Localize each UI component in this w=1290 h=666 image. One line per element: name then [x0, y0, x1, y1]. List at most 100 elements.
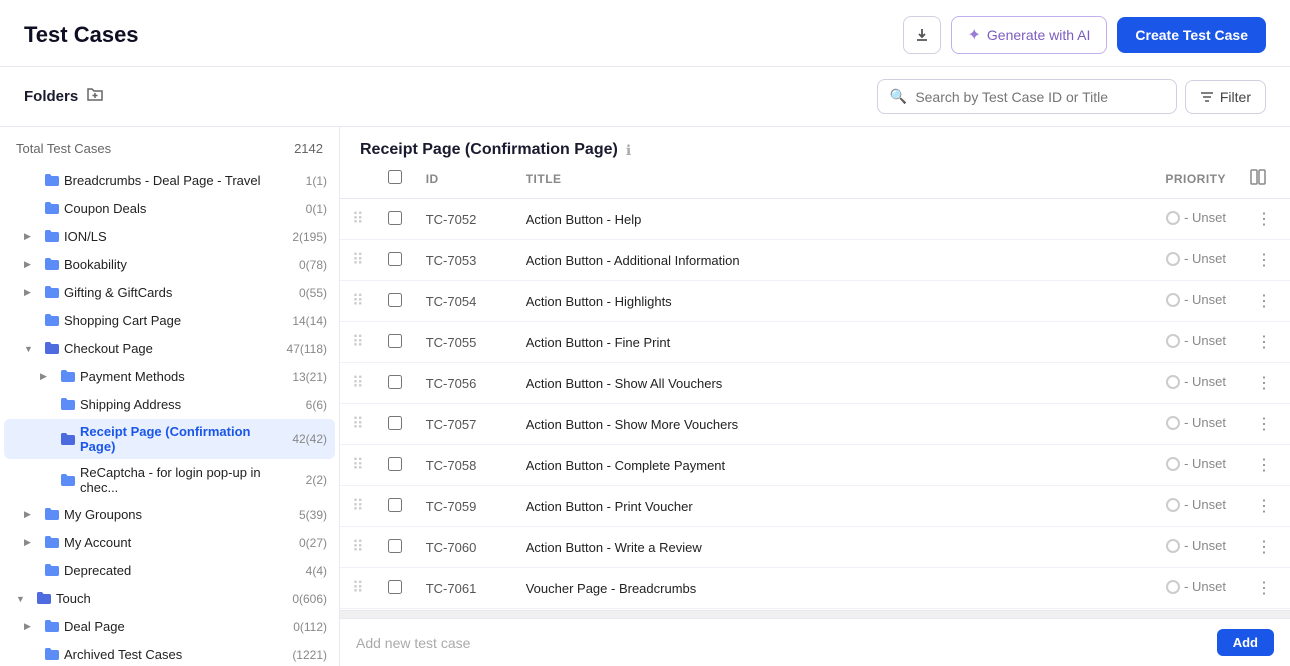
select-all-checkbox[interactable]: [388, 170, 402, 184]
sidebar-item-recaptcha[interactable]: ReCaptcha - for login pop-up in chec...2…: [4, 460, 335, 500]
sidebar-item-checkout[interactable]: ▼ Checkout Page47(118): [4, 335, 335, 362]
drag-handle[interactable]: ⠿: [340, 322, 376, 363]
sidebar-item-receipt-page[interactable]: Receipt Page (Confirmation Page)42(42): [4, 419, 335, 459]
sidebar-item-bookability[interactable]: ▶ Bookability0(78): [4, 251, 335, 278]
sidebar-item-count-checkout: 47(118): [287, 342, 327, 356]
search-input[interactable]: [915, 89, 1164, 105]
priority-badge: - Unset: [1166, 415, 1226, 430]
tree-arrow-bookability: ▶: [24, 259, 40, 270]
sidebar-item-label-touch: Touch: [56, 591, 288, 606]
priority-dot: [1166, 580, 1180, 594]
download-button[interactable]: [903, 16, 941, 54]
table-row: ⠿ TC-7058 Action Button - Complete Payme…: [340, 445, 1290, 486]
horizontal-scrollbar[interactable]: [340, 610, 1290, 618]
row-checkbox[interactable]: [388, 498, 402, 512]
tree-arrow-gifting: ▶: [24, 287, 40, 298]
row-checkbox[interactable]: [388, 416, 402, 430]
priority-text: - Unset: [1184, 374, 1226, 389]
drag-handle[interactable]: ⠿: [340, 404, 376, 445]
row-more-button[interactable]: ⋮: [1250, 537, 1278, 558]
row-checkbox-cell: [376, 527, 414, 568]
drag-handle[interactable]: ⠿: [340, 486, 376, 527]
drag-handle[interactable]: ⠿: [340, 527, 376, 568]
row-menu-cell: ⋮: [1238, 240, 1290, 281]
add-button[interactable]: Add: [1217, 629, 1274, 656]
row-menu-cell: ⋮: [1238, 363, 1290, 404]
row-menu-cell: ⋮: [1238, 568, 1290, 609]
row-checkbox[interactable]: [388, 539, 402, 553]
row-more-button[interactable]: ⋮: [1250, 496, 1278, 517]
columns-icon[interactable]: [1250, 169, 1266, 185]
sidebar-item-archived[interactable]: Archived Test Cases(1221): [4, 641, 335, 666]
row-more-button[interactable]: ⋮: [1250, 373, 1278, 394]
row-checkbox[interactable]: [388, 211, 402, 225]
row-checkbox[interactable]: [388, 375, 402, 389]
sidebar-item-gifting[interactable]: ▶ Gifting & GiftCards0(55): [4, 279, 335, 306]
row-more-button[interactable]: ⋮: [1250, 209, 1278, 230]
search-box: 🔍: [877, 79, 1177, 114]
drag-handle[interactable]: ⠿: [340, 240, 376, 281]
folder-icon-my-account: [44, 534, 60, 551]
sidebar-item-label-ion-ls: ION/LS: [64, 229, 288, 244]
folder-icon-recaptcha: [60, 472, 76, 489]
filter-button[interactable]: Filter: [1185, 80, 1266, 114]
drag-handle[interactable]: ⠿: [340, 199, 376, 240]
create-test-case-button[interactable]: Create Test Case: [1117, 17, 1266, 53]
sidebar-item-count-my-account: 0(27): [299, 536, 327, 550]
row-menu-cell: ⋮: [1238, 199, 1290, 240]
row-checkbox[interactable]: [388, 580, 402, 594]
row-priority: - Unset: [1078, 363, 1238, 404]
row-more-button[interactable]: ⋮: [1250, 250, 1278, 271]
sidebar-item-ion-ls[interactable]: ▶ ION/LS2(195): [4, 223, 335, 250]
row-more-button[interactable]: ⋮: [1250, 332, 1278, 353]
drag-handle[interactable]: ⠿: [340, 445, 376, 486]
priority-badge: - Unset: [1166, 333, 1226, 348]
sidebar-item-count-archived: (1221): [292, 648, 327, 662]
sidebar-item-label-my-account: My Account: [64, 535, 295, 550]
priority-dot: [1166, 211, 1180, 225]
sidebar-item-shipping-address[interactable]: Shipping Address6(6): [4, 391, 335, 418]
sidebar-item-label-bookability: Bookability: [64, 257, 295, 272]
row-more-button[interactable]: ⋮: [1250, 291, 1278, 312]
sidebar-item-label-recaptcha: ReCaptcha - for login pop-up in chec...: [80, 465, 302, 495]
content-area: Receipt Page (Confirmation Page) ℹ ID TI…: [340, 127, 1290, 666]
row-id: TC-7052: [414, 199, 514, 240]
col-id-header: ID: [414, 159, 514, 199]
priority-text: - Unset: [1184, 251, 1226, 266]
row-menu-cell: ⋮: [1238, 445, 1290, 486]
priority-badge: - Unset: [1166, 374, 1226, 389]
main-layout: Total Test Cases 2142 Breadcrumbs - Deal…: [0, 127, 1290, 666]
row-checkbox[interactable]: [388, 252, 402, 266]
sidebar-item-coupon-deals[interactable]: Coupon Deals0(1): [4, 195, 335, 222]
sidebar-item-shopping-cart[interactable]: Shopping Cart Page14(14): [4, 307, 335, 334]
row-more-button[interactable]: ⋮: [1250, 578, 1278, 599]
sidebar-item-my-groupons[interactable]: ▶ My Groupons5(39): [4, 501, 335, 528]
sidebar-item-label-deprecated: Deprecated: [64, 563, 302, 578]
row-checkbox[interactable]: [388, 293, 402, 307]
drag-handle[interactable]: ⠿: [340, 363, 376, 404]
row-priority: - Unset: [1078, 486, 1238, 527]
generate-ai-button[interactable]: ✦ Generate with AI: [951, 16, 1108, 54]
header-actions: ✦ Generate with AI Create Test Case: [903, 16, 1267, 54]
priority-badge: - Unset: [1166, 456, 1226, 471]
drag-handle[interactable]: ⠿: [340, 281, 376, 322]
row-checkbox[interactable]: [388, 334, 402, 348]
row-more-button[interactable]: ⋮: [1250, 414, 1278, 435]
tree-arrow-my-groupons: ▶: [24, 509, 40, 520]
sidebar-item-breadcrumbs[interactable]: Breadcrumbs - Deal Page - Travel1(1): [4, 167, 335, 194]
sidebar-item-count-deprecated: 4(4): [306, 564, 327, 578]
sidebar-item-my-account[interactable]: ▶ My Account0(27): [4, 529, 335, 556]
row-checkbox[interactable]: [388, 457, 402, 471]
add-placeholder[interactable]: Add new test case: [356, 635, 470, 651]
drag-handle[interactable]: ⠿: [340, 568, 376, 609]
sidebar-item-deprecated[interactable]: Deprecated 4(4): [4, 557, 335, 584]
info-icon[interactable]: ℹ: [626, 142, 631, 159]
sidebar-item-label-breadcrumbs: Breadcrumbs - Deal Page - Travel: [64, 173, 302, 188]
folder-icon-deprecated: [44, 562, 60, 579]
sidebar-item-payment-methods[interactable]: ▶ Payment Methods13(21): [4, 363, 335, 390]
row-more-button[interactable]: ⋮: [1250, 455, 1278, 476]
sidebar-item-label-shipping-address: Shipping Address: [80, 397, 302, 412]
sidebar-item-touch[interactable]: ▼ Touch0(606): [4, 585, 335, 612]
sidebar-item-deal-page[interactable]: ▶ Deal Page0(112): [4, 613, 335, 640]
add-folder-icon[interactable]: [86, 85, 104, 108]
